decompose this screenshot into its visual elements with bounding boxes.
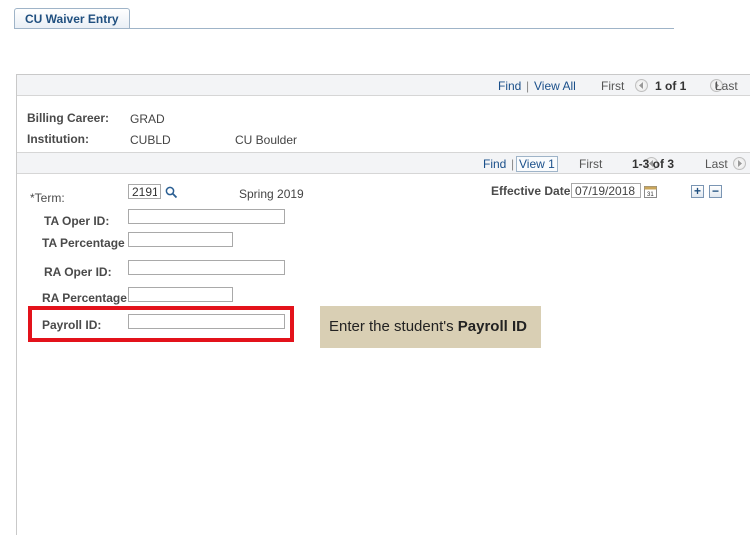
add-row-button[interactable]: +: [691, 185, 704, 198]
page-indicator: 1 of 1: [655, 79, 687, 93]
delete-row-button[interactable]: −: [709, 185, 722, 198]
ta-percentage-input[interactable]: [128, 232, 233, 247]
effective-date-input[interactable]: [571, 183, 641, 198]
row-first-label[interactable]: First: [579, 157, 602, 171]
ra-oper-id-label: RA Oper ID:: [44, 265, 112, 279]
svg-text:31: 31: [647, 192, 654, 198]
separator: |: [526, 79, 530, 93]
tab-cu-waiver-entry[interactable]: CU Waiver Entry: [14, 8, 130, 29]
first-label[interactable]: First: [601, 79, 624, 93]
term-description: Spring 2019: [239, 187, 304, 201]
institution-name: CU Boulder: [235, 133, 298, 147]
view-1-link[interactable]: View 1: [516, 156, 558, 172]
term-input[interactable]: [128, 184, 161, 199]
view-all-link[interactable]: View All: [534, 79, 576, 93]
last-label[interactable]: Last: [715, 79, 738, 93]
tab-divider: [14, 28, 674, 29]
ta-oper-id-input[interactable]: [128, 209, 285, 224]
ra-percentage-input[interactable]: [128, 287, 233, 302]
row-last-label[interactable]: Last: [705, 157, 728, 171]
separator: |: [511, 157, 515, 171]
instruction-callout: Enter the student's Payroll ID: [320, 306, 541, 348]
ta-oper-id-label: TA Oper ID:: [44, 214, 110, 228]
ta-percentage-label: TA Percentage: [42, 236, 125, 250]
institution-label: Institution:: [27, 132, 89, 146]
search-icon[interactable]: [165, 186, 178, 202]
calendar-icon[interactable]: 31: [644, 185, 657, 201]
payroll-id-highlight: [28, 306, 294, 342]
billing-career-label: Billing Career:: [27, 111, 110, 125]
ra-percentage-label: RA Percentage: [42, 291, 127, 305]
ra-oper-id-input[interactable]: [128, 260, 285, 275]
row-page-indicator: 1-3 of 3: [632, 157, 675, 171]
find-link[interactable]: Find: [498, 79, 521, 93]
effective-date-label: Effective Date: [491, 184, 571, 198]
billing-career-value: GRAD: [130, 112, 165, 126]
callout-bold-text: Payroll ID: [457, 318, 527, 335]
row-find-link[interactable]: Find: [483, 157, 506, 171]
arrow-left-icon[interactable]: [635, 79, 648, 92]
callout-text: Enter the student's: [329, 318, 458, 335]
term-label: *Term:: [30, 191, 65, 205]
institution-code: CUBLD: [130, 133, 171, 147]
arrow-right-icon[interactable]: [733, 157, 747, 170]
